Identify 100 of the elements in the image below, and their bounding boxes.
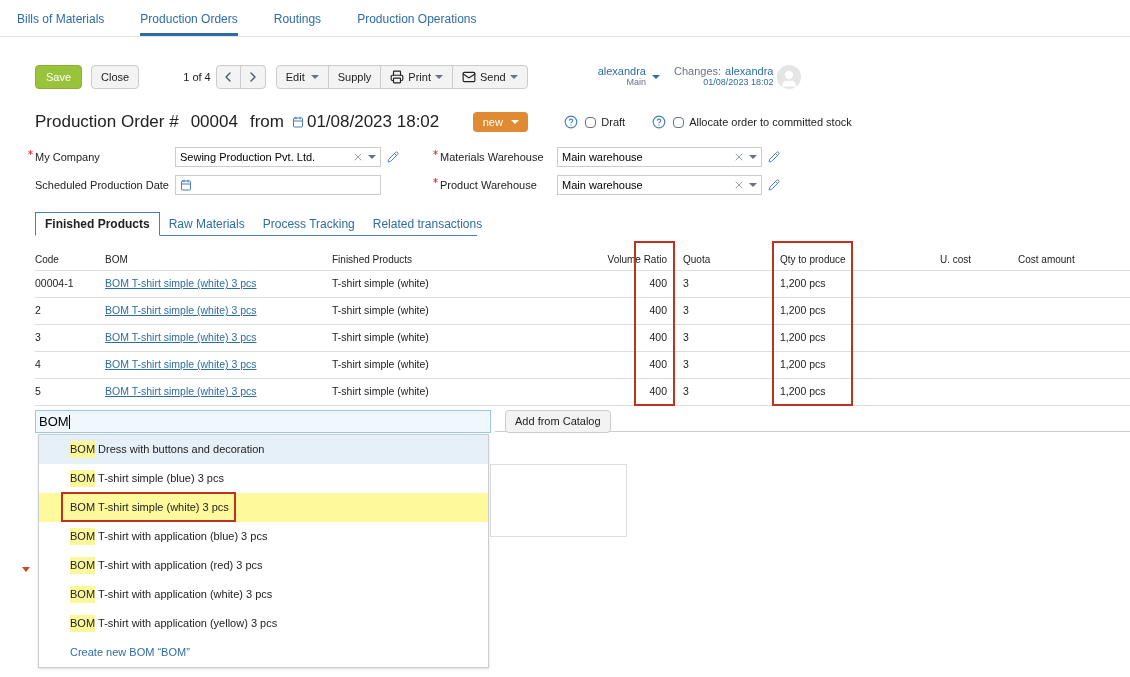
document-tab[interactable]: Process Tracking: [253, 212, 364, 236]
bom-link[interactable]: BOM T-shirt simple (white) 3 pcs: [105, 304, 257, 317]
bom-search-field[interactable]: BOM: [35, 410, 491, 433]
select-field[interactable]: Main warehouse: [557, 147, 762, 167]
table-cell-text: 1,200 pcs: [779, 276, 827, 292]
allocate-label: Allocate order to committed stock: [689, 114, 852, 130]
suggestion-item[interactable]: BOM T-shirt with application (red) 3 pcs: [39, 551, 488, 580]
table-cell-text: 400: [648, 384, 668, 400]
nav-tab[interactable]: Bills of Materials: [17, 0, 105, 36]
branch-text: Main: [626, 77, 646, 88]
table-cell-text: 2: [35, 303, 42, 319]
calendar-icon: [180, 179, 192, 191]
bom-link[interactable]: BOM T-shirt simple (white) 3 pcs: [105, 385, 257, 398]
allocate-checkbox[interactable]: [673, 116, 685, 128]
nav-tab[interactable]: Production Orders: [140, 0, 238, 36]
order-title: Production Order #: [35, 111, 179, 134]
column-header: Code: [35, 253, 60, 267]
document-tab[interactable]: Finished Products: [35, 212, 160, 236]
caret-icon: [510, 120, 519, 124]
column-header: Qty to produce: [779, 253, 847, 267]
table-cell-text: 00004-1: [35, 276, 75, 292]
pencil-icon[interactable]: [768, 179, 780, 191]
order-date: 01/08/2023 18:02: [306, 111, 440, 134]
table-cell-text: 1,200 pcs: [779, 330, 827, 346]
table-cell-text: 1,200 pcs: [779, 384, 827, 400]
column-header: Quota: [682, 253, 712, 267]
table-cell-text: 3: [682, 303, 690, 319]
clear-icon: [352, 151, 364, 163]
table-cell-text: T-shirt simple (white): [332, 357, 430, 373]
caret-icon: [368, 155, 376, 159]
caret-icon: [749, 183, 757, 187]
bom-link[interactable]: BOM T-shirt simple (white) 3 pcs: [105, 331, 257, 344]
suggestion-item[interactable]: BOM T-shirt simple (white) 3 pcs: [39, 493, 488, 522]
close-button[interactable]: Close: [91, 65, 140, 89]
caret-icon: [509, 75, 518, 79]
document-tab[interactable]: Raw Materials: [159, 212, 254, 236]
column-header: Finished Products: [332, 253, 414, 267]
select-field[interactable]: Sewing Production Pvt. Ltd.: [175, 147, 381, 167]
nav-tab[interactable]: Production Operations: [357, 0, 477, 36]
table-cell-text: 3: [682, 384, 690, 400]
calendar-icon: [291, 116, 304, 128]
user-link[interactable]: alexandra: [597, 66, 646, 77]
from-text: from: [249, 111, 284, 134]
select-field[interactable]: Main warehouse: [557, 175, 762, 195]
table-cell-text: 3: [682, 276, 690, 292]
table-cell-text: 3: [682, 330, 690, 346]
help-icon[interactable]: [652, 115, 667, 129]
suggestion-item[interactable]: BOM T-shirt with application (yellow) 3 pcs: [39, 609, 488, 638]
suggestion-item[interactable]: BOM Dress with buttons and decoration: [39, 435, 488, 464]
table-cell-text: 3: [35, 330, 42, 346]
column-header: BOM: [105, 253, 129, 267]
date-field[interactable]: [175, 175, 381, 195]
caret-icon: [434, 75, 443, 79]
send-menu-button[interactable]: Send: [452, 66, 527, 88]
table-cell-text: 1,200 pcs: [779, 357, 827, 373]
field-label: Scheduled Production Date: [35, 177, 169, 193]
help-icon[interactable]: [564, 115, 579, 129]
draft-checkbox[interactable]: [585, 116, 597, 128]
changes-time: 01/08/2023 18:02: [703, 77, 774, 88]
supply-button[interactable]: Supply: [328, 66, 382, 88]
table-cell-text: 5: [35, 384, 42, 400]
table-cell-text: T-shirt simple (white): [332, 330, 430, 346]
caret-icon: [749, 155, 757, 159]
suggestion-item[interactable]: BOM T-shirt simple (blue) 3 pcs: [39, 464, 488, 493]
table-cell-text: 1,200 pcs: [779, 303, 827, 319]
clear-icon: [733, 151, 745, 163]
pager-text: 1 of 4: [183, 69, 211, 85]
caret-icon: [310, 75, 319, 79]
create-new-link[interactable]: Create new BOM “BOM”: [39, 638, 488, 667]
field-label: Product Warehouse: [440, 177, 537, 193]
order-number: 00004: [190, 111, 238, 134]
printer-icon: [390, 70, 405, 84]
suggestion-item[interactable]: BOM T-shirt with application (white) 3 pcs: [39, 580, 488, 609]
print-menu-button[interactable]: Print: [381, 66, 453, 88]
table-cell-text: T-shirt simple (white): [332, 303, 430, 319]
clear-icon: [733, 179, 745, 191]
add-from-catalog-button[interactable]: Add from Catalog: [505, 410, 611, 433]
table-cell-text: 400: [648, 303, 668, 319]
collapse-triangle-icon: [22, 567, 30, 572]
envelope-icon: [461, 70, 476, 84]
field-label: My Company: [35, 149, 100, 165]
bom-link[interactable]: BOM T-shirt simple (white) 3 pcs: [105, 358, 257, 371]
table-cell-text: 4: [35, 357, 42, 373]
nav-tab[interactable]: Routings: [273, 0, 322, 36]
pencil-icon[interactable]: [387, 151, 399, 163]
table-cell-text: 400: [648, 276, 668, 292]
table-cell-text: T-shirt simple (white): [332, 384, 430, 400]
changes-user-link[interactable]: alexandra: [725, 66, 774, 77]
table-cell-text: T-shirt simple (white): [332, 276, 430, 292]
field-label: Materials Warehouse: [440, 149, 544, 165]
table-cell-text: 400: [648, 330, 668, 346]
draft-label: Draft: [601, 114, 626, 130]
edit-menu-button[interactable]: Edit: [276, 66, 329, 88]
bom-link[interactable]: BOM T-shirt simple (white) 3 pcs: [105, 277, 257, 290]
suggestion-item[interactable]: BOM T-shirt with application (blue) 3 pcs: [39, 522, 488, 551]
column-header: Cost amount: [1018, 253, 1076, 267]
caret-icon: [652, 75, 660, 79]
table-cell-text: 3: [682, 357, 690, 373]
document-tab[interactable]: Related transactions: [363, 212, 492, 236]
pencil-icon[interactable]: [768, 151, 780, 163]
